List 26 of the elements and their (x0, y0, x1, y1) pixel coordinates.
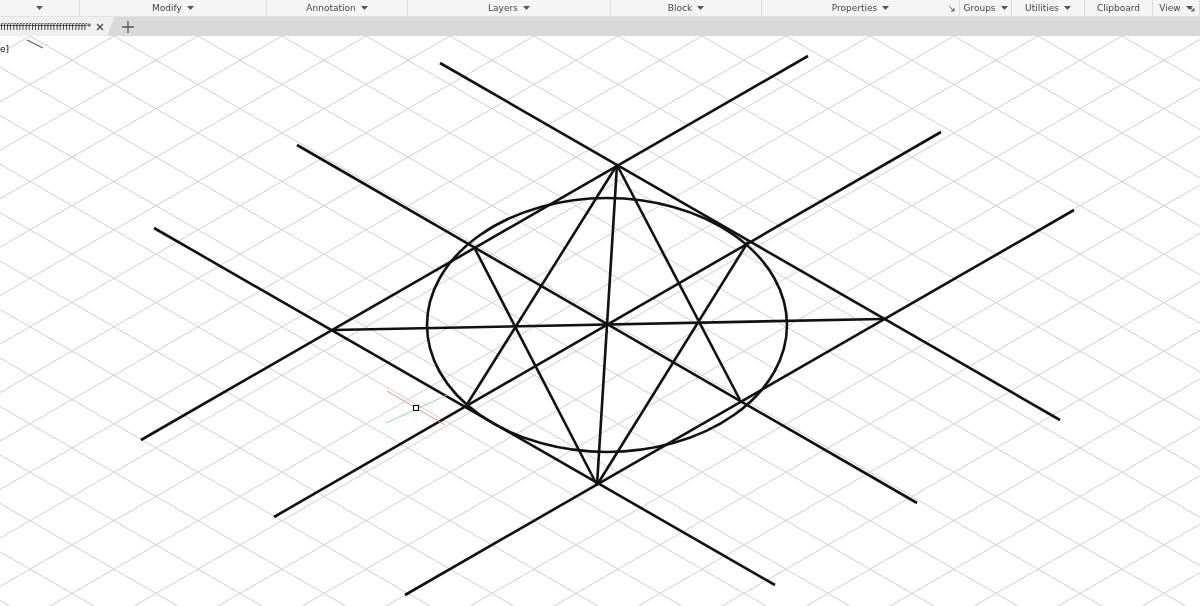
ribbon-panel-title[interactable]: Properties (829, 1, 892, 15)
new-tab-icon[interactable] (122, 20, 135, 33)
launcher-icon[interactable] (949, 6, 955, 12)
ribbon-panel-title[interactable]: View (1157, 1, 1195, 15)
caret-icon (522, 6, 530, 10)
ribbon-panel-title[interactable]: Groups (961, 1, 1010, 15)
ribbon-panel-title[interactable]: Clipboard (1095, 1, 1142, 15)
caret-icon (360, 6, 368, 10)
ribbon-panel-title[interactable]: Modify (150, 1, 196, 15)
launcher-icon[interactable] (1189, 6, 1195, 12)
caret-icon (1000, 6, 1008, 10)
crosshair-cursor (385, 390, 448, 426)
caret-icon (1063, 6, 1071, 10)
caret-icon (697, 6, 705, 10)
viewcube-line (26, 39, 44, 49)
ribbon-panel-title[interactable]: Utilities (1023, 1, 1073, 15)
ribbon-panel-title[interactable]: Annotation (304, 1, 370, 15)
caret-icon (36, 6, 43, 10)
ribbon-panel-title[interactable]: Block (665, 1, 707, 15)
file-tab[interactable]: ffffffffffffffffffffffffffff* (0, 17, 115, 36)
caret-icon (882, 6, 890, 10)
close-icon[interactable] (96, 22, 105, 31)
caret-icon (186, 6, 194, 10)
ribbon-panel-title[interactable]: Layers (486, 1, 532, 15)
caret-icon (1185, 6, 1193, 10)
viewport-label[interactable]: e] (0, 44, 10, 54)
